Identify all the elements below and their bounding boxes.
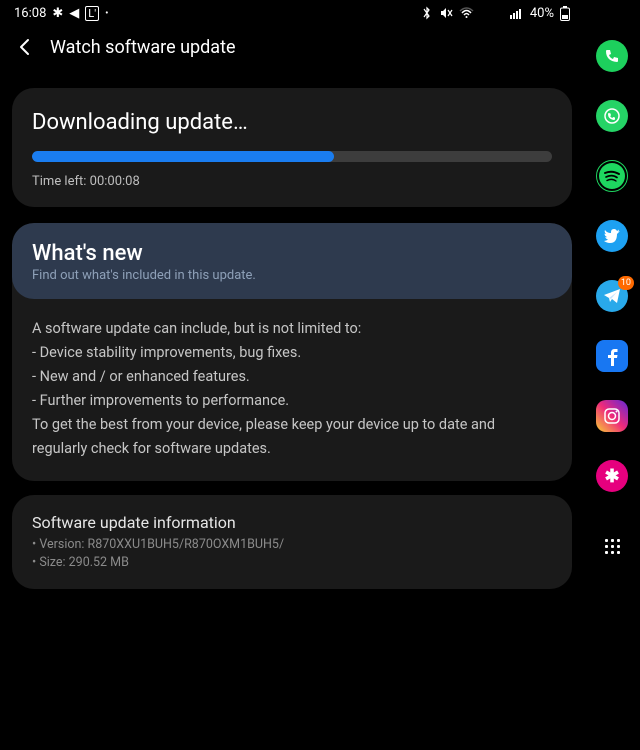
statusbar-left: 16:08 ✱ ◀ L' • [14,6,109,21]
send-icon: ◀ [69,6,79,21]
battery-icon [560,6,570,21]
edge-app-pink[interactable]: ✱ [596,460,628,492]
snowflake-icon: ✱ [52,6,63,21]
whats-new-item: - Further improvements to performance. [32,389,552,413]
mute-icon [439,6,453,20]
wifi-icon [459,7,474,19]
info-version: • Version: R870XXU1BUH5/R870OXM1BUH5/ [32,536,552,555]
grid-icon [605,539,620,554]
asterisk-icon: ✱ [604,466,619,487]
whats-new-intro: A software update can include, but is no… [32,317,552,341]
whats-new-title: What's new [32,241,552,266]
whats-new-body: A software update can include, but is no… [12,299,572,461]
back-button[interactable] [14,36,36,58]
page-header: Watch software update [0,26,584,66]
download-card: Downloading update… Time left: 00:00:08 [12,88,572,207]
edge-app-instagram[interactable] [596,400,628,432]
progress-bar [32,151,552,162]
progress-fill [32,151,334,162]
edge-app-whatsapp[interactable] [596,100,628,132]
whats-new-subtitle: Find out what's included in this update. [32,268,552,283]
badge-count: 10 [618,276,634,290]
edge-app-facebook[interactable] [596,340,628,372]
whats-new-item: - Device stability improvements, bug fix… [32,341,552,365]
clock: 16:08 [14,6,46,21]
info-card: Software update information • Version: R… [12,495,572,590]
phone-screen: 16:08 ✱ ◀ L' • 40% [0,0,584,750]
status-bar: 16:08 ✱ ◀ L' • 40% [0,0,584,26]
edge-app-drawer[interactable] [596,530,628,562]
edge-app-twitter[interactable] [596,220,628,252]
edge-app-phone[interactable] [596,40,628,72]
statusbar-right: 40% [421,6,570,21]
edge-app-telegram[interactable]: 10 [596,280,628,312]
info-size: • Size: 290.52 MB [32,554,552,573]
bluetooth-icon [421,6,433,20]
dot-icon: • [105,8,108,19]
whats-new-outro: To get the best from your device, please… [32,413,552,461]
time-left: Time left: 00:00:08 [32,174,552,189]
whats-new-header[interactable]: What's new Find out what's included in t… [12,223,572,299]
whats-new-card: What's new Find out what's included in t… [12,223,572,481]
whats-new-item: - New and / or enhanced features. [32,365,552,389]
edge-panel[interactable]: 10 ✱ [584,0,640,750]
battery-text: 40% [530,6,554,21]
edge-app-spotify[interactable] [596,160,628,192]
download-title: Downloading update… [32,110,552,135]
info-title: Software update information [32,513,552,532]
page-title: Watch software update [50,37,236,58]
app-notify-icon: L' [85,6,99,21]
signal-icon [510,7,524,19]
